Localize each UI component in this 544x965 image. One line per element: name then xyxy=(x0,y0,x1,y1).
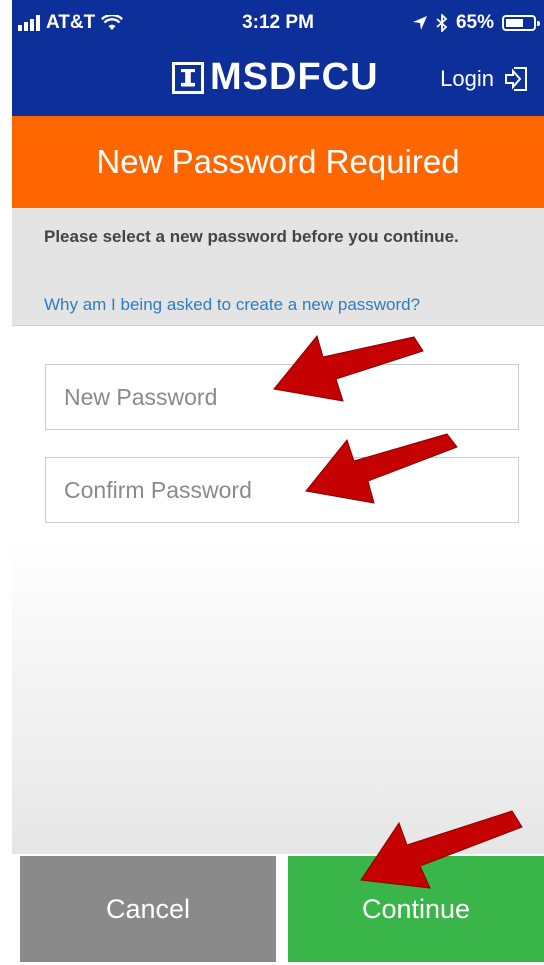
page-title: New Password Required xyxy=(96,143,460,180)
login-label: Login xyxy=(440,66,494,91)
info-panel: Please select a new password before you … xyxy=(12,208,544,326)
new-password-field xyxy=(45,364,519,430)
continue-button[interactable]: Continue xyxy=(288,856,544,962)
login-link[interactable]: Login xyxy=(440,66,528,92)
info-message: Please select a new password before you … xyxy=(44,227,459,246)
logo-mark-icon xyxy=(172,61,204,94)
status-bar: AT&T 3:12 PM 65% xyxy=(12,0,544,48)
battery-fill xyxy=(506,19,523,27)
confirm-password-field xyxy=(45,457,519,523)
new-password-input[interactable] xyxy=(46,365,518,429)
battery-percent: 65% xyxy=(455,12,494,33)
password-form xyxy=(12,326,544,854)
cancel-button[interactable]: Cancel xyxy=(20,856,276,962)
battery-icon xyxy=(502,15,540,31)
brand-name: MSDFCU xyxy=(210,56,379,98)
why-link[interactable]: Why am I being asked to create a new pas… xyxy=(44,295,420,315)
login-icon xyxy=(505,67,527,91)
button-bar: Cancel Continue xyxy=(12,854,544,965)
location-icon xyxy=(412,16,427,30)
app-screen: AT&T 3:12 PM 65% MSDFCU Login New Passwo… xyxy=(12,0,544,965)
bluetooth-icon xyxy=(436,14,448,32)
page-title-band: New Password Required xyxy=(12,116,544,208)
confirm-password-input[interactable] xyxy=(46,458,518,522)
brand-logo: MSDFCU xyxy=(172,56,379,99)
left-edge-strip xyxy=(0,0,12,965)
app-header: AT&T 3:12 PM 65% MSDFCU Login xyxy=(12,0,544,116)
status-right: 65% xyxy=(412,12,540,34)
